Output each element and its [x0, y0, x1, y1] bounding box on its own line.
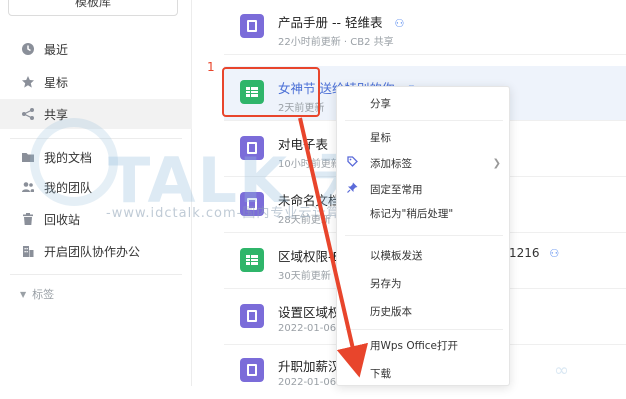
document-icon [240, 304, 264, 328]
tags-label: 标签 [32, 288, 55, 301]
menu-item-share[interactable]: 分享 [337, 91, 509, 115]
star-icon [20, 74, 36, 90]
trash-icon [20, 211, 36, 227]
file-meta: 2022-01-06 [278, 377, 337, 388]
shared-users-icon: ⚇ [549, 247, 560, 260]
menu-item-add-tag[interactable]: 添加标签 ❯ [337, 151, 509, 175]
menu-item-star[interactable]: 星标 [337, 125, 509, 149]
file-row[interactable]: 产品手册 -- 轻维表 ⚇ 22小时前更新 · CB2 共享 [224, 0, 626, 55]
document-icon [240, 14, 264, 38]
tag-icon [347, 156, 358, 170]
file-meta: 30天前更新 [278, 271, 331, 282]
sidebar-item-starred[interactable]: 星标 [0, 67, 192, 97]
document-icon [240, 358, 264, 382]
sidebar-item-label: 回收站 [44, 212, 81, 227]
sidebar-divider [10, 274, 182, 275]
watermark-corner-mark: ∞ [554, 360, 569, 381]
file-name: 设置区域权 [278, 305, 341, 320]
menu-item-mark-later[interactable]: 标记为"稍后处理" [337, 201, 509, 225]
template-library-button[interactable]: 模板库 [8, 0, 178, 16]
menu-separator [345, 235, 503, 236]
menu-item-pin[interactable]: 固定至常用 [337, 177, 509, 201]
menu-item-save-as[interactable]: 另存为 [337, 271, 509, 295]
menu-item-send-template[interactable]: 以模板发送 [337, 243, 509, 267]
sidebar-item-recent[interactable]: 最近 [0, 34, 192, 64]
tags-section-toggle[interactable]: ▼ 标签 [20, 286, 54, 302]
menu-separator [345, 120, 503, 121]
file-meta: 22小时前更新 · CB2 共享 [278, 37, 394, 48]
share-icon [20, 106, 36, 122]
shared-users-icon: ⚇ [394, 17, 405, 30]
sidebar-item-team-collab[interactable]: 开启团队协作办公 [0, 236, 192, 266]
sidebar-item-label: 最近 [44, 42, 69, 57]
file-name: 升职加薪汉 [278, 359, 341, 374]
file-name: 区域权限-E [278, 249, 341, 264]
context-menu: 分享 星标 添加标签 ❯ 固定至常用 标记为"稍后处理" 以模板发送 另存为 历… [336, 86, 510, 386]
file-name-trail: 1216 [509, 246, 540, 260]
step-number: 1 [207, 60, 215, 74]
chevron-right-icon: ❯ [492, 157, 501, 169]
caret-down-icon: ▼ [20, 289, 27, 299]
building-icon [20, 243, 36, 259]
sidebar-item-label: 星标 [44, 75, 69, 90]
watermark-logo [30, 118, 118, 206]
menu-item-download[interactable]: 下载 [337, 361, 509, 385]
menu-separator [345, 329, 503, 330]
menu-item-history[interactable]: 历史版本 [337, 299, 509, 323]
pin-icon [347, 182, 358, 196]
menu-item-open-wps[interactable]: 用Wps Office打开 [337, 333, 509, 357]
highlight-box [222, 67, 320, 117]
file-name: 产品手册 -- 轻维表 [278, 15, 383, 30]
sidebar-item-label: 开启团队协作办公 [44, 244, 141, 259]
spreadsheet-icon [240, 248, 264, 272]
file-meta: 2022-01-06 [278, 323, 337, 334]
clock-icon [20, 41, 36, 57]
